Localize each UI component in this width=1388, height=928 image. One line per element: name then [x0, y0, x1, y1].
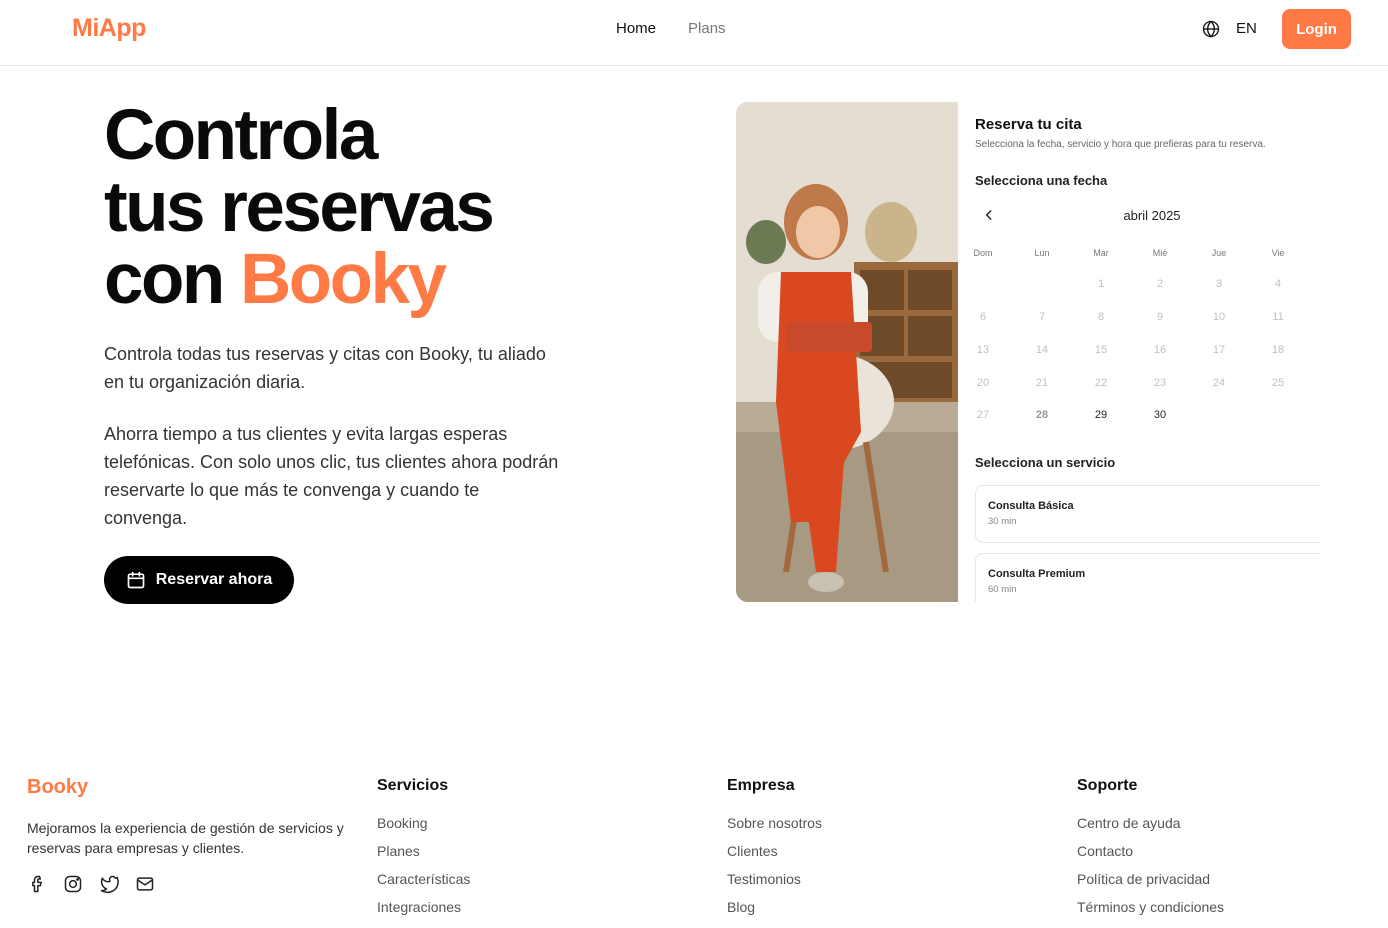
- footer-link[interactable]: Planes: [377, 841, 470, 869]
- service-name: Consulta Básica: [988, 500, 1074, 512]
- nav-home[interactable]: Home: [616, 20, 656, 37]
- calendar-day[interactable]: 30: [1140, 409, 1180, 421]
- calendar-day: 23: [1153, 377, 1167, 389]
- footer-link[interactable]: Contacto: [1077, 841, 1224, 869]
- booking-subtitle: Selecciona la fecha, servicio y hora que…: [975, 139, 1266, 150]
- weekday-header: Lun: [1034, 248, 1050, 258]
- footer-brand: Booky: [27, 776, 89, 798]
- facebook-icon[interactable]: [27, 874, 47, 894]
- calendar-day[interactable]: 28: [1022, 409, 1062, 421]
- service-duration: 60 min: [988, 584, 1017, 595]
- twitter-icon[interactable]: [99, 874, 119, 894]
- footer-link[interactable]: Política de privacidad: [1077, 869, 1224, 897]
- reservar-ahora-button[interactable]: Reservar ahora: [104, 556, 294, 604]
- service-section-label: Selecciona un servicio: [975, 455, 1116, 470]
- globe-icon[interactable]: [1202, 20, 1220, 38]
- weekday-header: Dom: [973, 248, 993, 258]
- hero-title-brand: Booky: [239, 240, 447, 319]
- calendar-month: abril 2025: [1123, 208, 1181, 223]
- hero-title-line2: tus reservas: [104, 168, 495, 247]
- weekday-header: Vie: [1271, 248, 1285, 258]
- hero-paragraph-1: Controla todas tus reservas y citas con …: [104, 344, 546, 392]
- calendar-day: 1: [1097, 278, 1105, 290]
- footer-link[interactable]: Centro de ayuda: [1077, 813, 1224, 841]
- calendar-day: 16: [1153, 344, 1167, 356]
- weekday-header: Mié: [1152, 248, 1168, 258]
- calendar-icon: [127, 571, 145, 589]
- calendar-day: 21: [1035, 377, 1049, 389]
- calendar-day: 25: [1271, 377, 1285, 389]
- hero-title-line3: con: [104, 240, 240, 319]
- hero-paragraph-2: Ahorra tiempo a tus clientes y evita lar…: [104, 424, 559, 528]
- footer-link[interactable]: Testimonios: [727, 869, 822, 897]
- footer-link[interactable]: Integraciones: [377, 897, 470, 925]
- hero-title-line1: Controla: [104, 96, 378, 175]
- chevron-left-icon[interactable]: [982, 208, 996, 222]
- footer-link[interactable]: Términos y condiciones: [1077, 897, 1224, 925]
- calendar-day: 7: [1038, 311, 1046, 323]
- calendar-day[interactable]: 29: [1081, 409, 1121, 421]
- calendar-day: 9: [1156, 311, 1164, 323]
- calendar-day: 22: [1094, 377, 1108, 389]
- calendar-day: 4: [1274, 278, 1282, 290]
- weekday-header: Mar: [1093, 248, 1109, 258]
- calendar-day: 2: [1156, 278, 1164, 290]
- footer-column-soporte: Soporte Centro de ayuda Contacto Polític…: [1077, 777, 1224, 925]
- language-selector[interactable]: EN: [1236, 20, 1257, 37]
- app-logo[interactable]: MiApp: [72, 14, 146, 43]
- instagram-icon[interactable]: [63, 874, 83, 894]
- nav-plans[interactable]: Plans: [688, 20, 726, 37]
- calendar-day: 15: [1094, 344, 1108, 356]
- calendar-day: 13: [976, 344, 990, 356]
- footer-heading: Empresa: [727, 777, 795, 794]
- main-nav: Home Plans: [616, 20, 726, 37]
- login-button[interactable]: Login: [1282, 9, 1351, 49]
- mail-icon[interactable]: [135, 874, 155, 894]
- date-section-label: Selecciona una fecha: [975, 173, 1108, 188]
- calendar-day: 17: [1212, 344, 1226, 356]
- footer-description: Mejoramos la experiencia de gestión de s…: [27, 820, 344, 856]
- booking-title: Reserva tu cita: [975, 116, 1082, 133]
- footer-link[interactable]: Clientes: [727, 841, 822, 869]
- service-option[interactable]: Consulta Premium 60 min: [975, 553, 1320, 602]
- calendar-day: 18: [1271, 344, 1285, 356]
- footer-link[interactable]: Características: [377, 869, 470, 897]
- calendar-day: 11: [1272, 311, 1284, 323]
- calendar-day: 10: [1212, 311, 1226, 323]
- hero-title: Controla tus reservas con Booky: [104, 100, 664, 316]
- cta-label: Reservar ahora: [155, 571, 273, 588]
- footer-heading: Servicios: [377, 777, 449, 794]
- footer-link[interactable]: Sobre nosotros: [727, 813, 822, 841]
- hero-photo: [736, 102, 958, 602]
- calendar-day: 27: [976, 409, 990, 421]
- booking-widget: Reserva tu cita Selecciona la fecha, ser…: [958, 102, 1320, 602]
- service-duration: 30 min: [988, 516, 1017, 527]
- weekday-header: Jue: [1211, 248, 1227, 258]
- calendar-day: 20: [976, 377, 990, 389]
- footer-heading: Soporte: [1077, 777, 1138, 794]
- footer-link[interactable]: Booking: [377, 813, 470, 841]
- footer-column-empresa: Empresa Sobre nosotros Clientes Testimon…: [727, 777, 822, 925]
- top-header: MiApp Home Plans EN Login: [0, 0, 1388, 66]
- service-option[interactable]: Consulta Básica 30 min: [975, 485, 1320, 543]
- service-name: Consulta Premium: [988, 568, 1086, 580]
- calendar-day: 3: [1215, 278, 1223, 290]
- calendar-day: 8: [1097, 311, 1105, 323]
- footer-link[interactable]: Blog: [727, 897, 822, 925]
- footer-column-servicios: Servicios Booking Planes Características…: [377, 777, 470, 925]
- social-links: [27, 874, 155, 894]
- calendar-day: 6: [979, 311, 987, 323]
- calendar-day: 14: [1035, 344, 1049, 356]
- calendar-day: 24: [1212, 377, 1226, 389]
